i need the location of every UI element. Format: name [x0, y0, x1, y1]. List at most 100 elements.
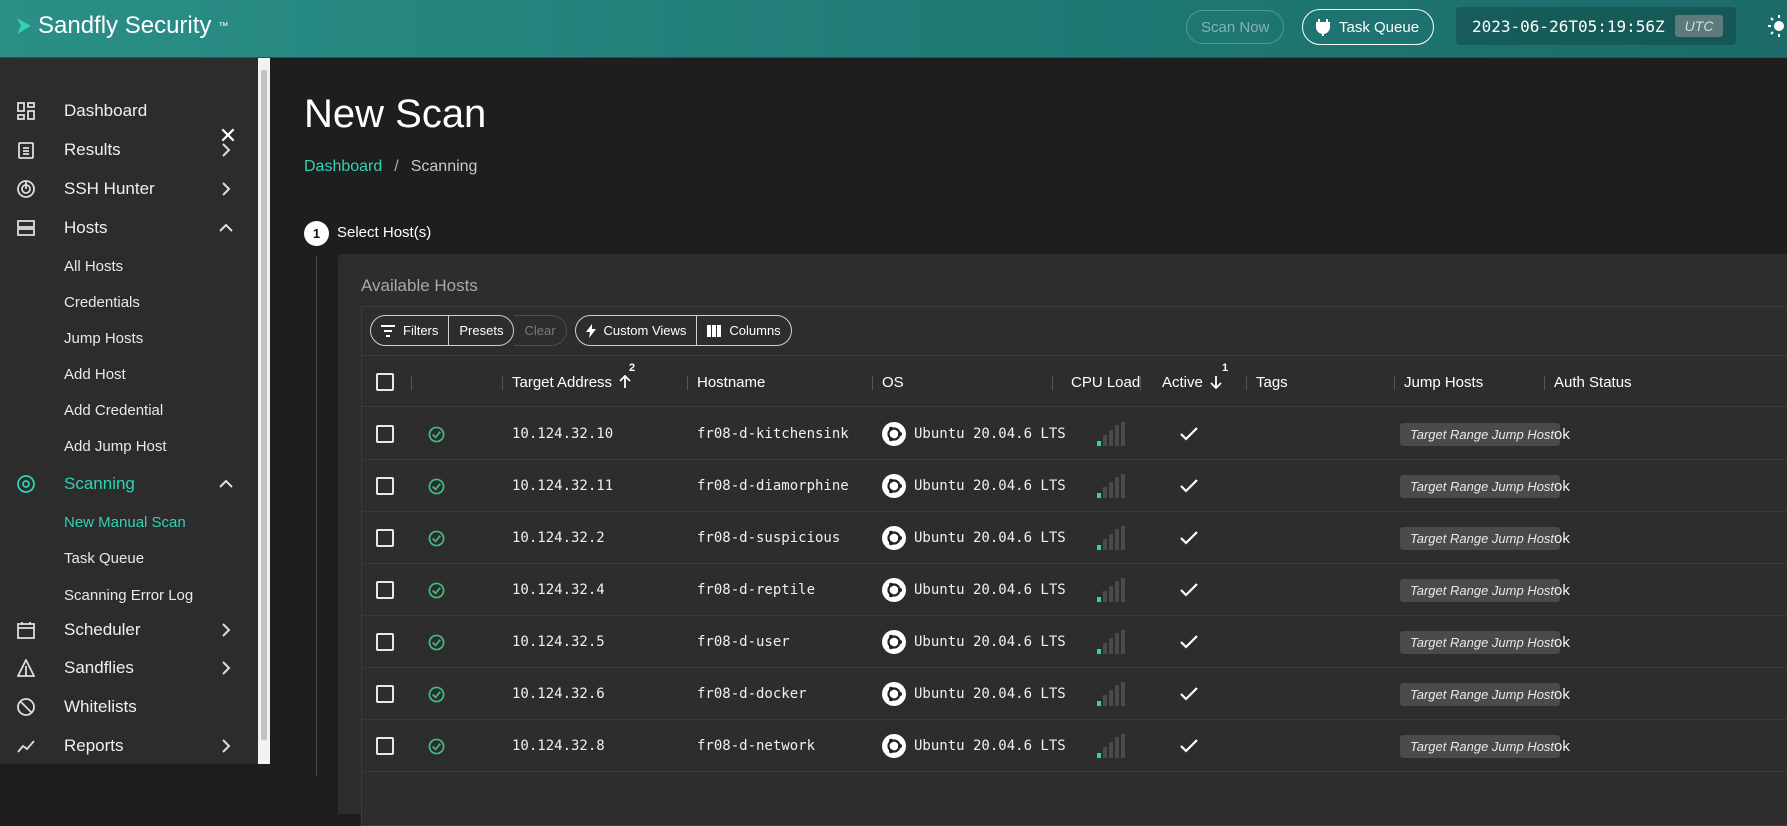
auth-status-cell: ok [1554, 685, 1570, 703]
filters-button[interactable]: Filters [371, 316, 450, 345]
row-checkbox[interactable] [376, 512, 394, 564]
cpu-load-bar [1109, 586, 1113, 602]
ubuntu-icon [882, 682, 906, 706]
brand-logo[interactable]: Sandfly Security ™ [16, 12, 228, 40]
row-checkbox[interactable] [376, 668, 394, 720]
table-row[interactable]: 10.124.32.11 fr08-d-diamorphine Ubuntu 2… [362, 460, 1787, 512]
status-ok-icon [428, 582, 445, 598]
cpu-load-bar [1103, 539, 1107, 550]
os-cell: Ubuntu 20.04.6 LTS [882, 720, 1066, 772]
table-row[interactable]: 10.124.32.8 fr08-d-network Ubuntu 20.04.… [362, 720, 1787, 772]
custom-views-button[interactable]: Custom Views [576, 316, 698, 345]
column-header-label: OS [882, 373, 904, 391]
sidebar-item-whitelists[interactable]: Whitelists [0, 688, 258, 726]
sidebar-item-label: Sandflies [64, 658, 134, 677]
presets-button[interactable]: Presets [449, 316, 513, 345]
cpu-load-bar [1097, 597, 1101, 602]
jump-host-tag: Target Range Jump Host [1400, 630, 1560, 654]
sidebar-sub-add-jump-host[interactable]: Add Jump Host [64, 438, 167, 455]
column-divider [1140, 376, 1141, 390]
scan-now-label: Scan Now [1201, 18, 1270, 36]
sidebar-item-label: Hosts [64, 218, 108, 237]
sidebar-sub-credentials[interactable]: Credentials [64, 294, 140, 311]
table-row[interactable]: 10.124.32.5 fr08-d-user Ubuntu 20.04.6 L… [362, 616, 1787, 668]
column-header-hostname[interactable]: Hostname [697, 356, 765, 408]
table-row[interactable]: 10.124.32.2 fr08-d-suspicious Ubuntu 20.… [362, 512, 1787, 564]
select-all-checkbox[interactable] [376, 356, 394, 408]
step-label: Select Host(s) [337, 224, 432, 241]
timezone-badge[interactable]: UTC [1674, 15, 1724, 37]
column-header-active[interactable]: Active [1162, 356, 1223, 408]
column-header-label: Auth Status [1554, 373, 1632, 391]
sidebar-item-sandflies[interactable]: Sandflies [0, 649, 258, 687]
hosts-table: Filters Presets Clear Custom Views Colum… [361, 306, 1787, 826]
cpu-load-bar [1097, 545, 1101, 550]
sidebar-sub-add-host[interactable]: Add Host [64, 366, 126, 383]
theme-toggle-sun-icon[interactable] [1765, 14, 1787, 38]
filter-icon [381, 324, 395, 337]
sidebar-item-hosts[interactable]: Hosts [0, 209, 258, 247]
row-checkbox[interactable] [376, 408, 394, 460]
active-cell [1180, 720, 1198, 772]
sidebar-sub-add-credential[interactable]: Add Credential [64, 402, 163, 419]
sidebar-sub-all-hosts[interactable]: All Hosts [64, 258, 123, 275]
card-title: Available Hosts [361, 276, 478, 295]
active-cell [1180, 564, 1198, 616]
columns-button[interactable]: Columns [697, 316, 790, 345]
table-header: Target Address 2 Hostname OS CPU Load Ac… [362, 355, 1787, 407]
column-header-tags[interactable]: Tags [1256, 356, 1288, 408]
hostname-cell: fr08-d-user [697, 634, 790, 650]
column-header-os[interactable]: OS [882, 356, 904, 408]
sidebar-item-reports[interactable]: Reports [0, 727, 258, 765]
column-divider [687, 376, 688, 390]
breadcrumb-dashboard-link[interactable]: Dashboard [304, 158, 382, 176]
checkbox-box [376, 581, 394, 599]
cpu-load-bars [1097, 474, 1125, 498]
sidebar-item-scanning[interactable]: Scanning [0, 465, 258, 503]
column-header-cpu-load[interactable]: CPU Load [1071, 356, 1140, 408]
clear-button[interactable]: Clear [514, 315, 567, 346]
sidebar-item-ssh-hunter[interactable]: SSH Hunter [0, 170, 258, 208]
active-cell [1180, 616, 1198, 668]
column-divider [872, 376, 873, 390]
sidebar-sub-task-queue[interactable]: Task Queue [64, 550, 144, 567]
sidebar-scrollbar-thumb[interactable] [261, 70, 267, 740]
row-checkbox[interactable] [376, 616, 394, 668]
column-header-target-address[interactable]: Target Address [512, 356, 632, 408]
sidebar-sub-jump-hosts[interactable]: Jump Hosts [64, 330, 143, 347]
custom-views-label: Custom Views [603, 323, 687, 338]
clock-display: 2023-06-26T05:19:56Z UTC [1456, 7, 1736, 45]
active-cell [1180, 408, 1198, 460]
row-checkbox[interactable] [376, 460, 394, 512]
sidebar-item-dashboard[interactable]: Dashboard [0, 92, 258, 130]
table-row[interactable]: 10.124.32.6 fr08-d-docker Ubuntu 20.04.6… [362, 668, 1787, 720]
status-ok-icon [428, 634, 445, 650]
jump-host-tag: Target Range Jump Host [1400, 422, 1560, 446]
sidebar-sub-new-manual-scan[interactable]: New Manual Scan [64, 514, 186, 531]
sidebar-sub-scanning-error-log[interactable]: Scanning Error Log [64, 587, 193, 604]
cpu-load-bar [1121, 422, 1125, 446]
sidebar-item-scheduler[interactable]: Scheduler [0, 611, 258, 649]
hostname-cell: fr08-d-kitchensink [697, 426, 849, 442]
column-header-jump-hosts[interactable]: Jump Hosts [1404, 356, 1483, 408]
row-checkbox[interactable] [376, 564, 394, 616]
jump-hosts-cell: Target Range Jump Host [1400, 408, 1560, 460]
cpu-load-bar [1103, 747, 1107, 758]
target-address-cell: 10.124.32.2 [512, 530, 605, 546]
columns-label: Columns [729, 323, 781, 338]
column-header-label: Target Address [512, 373, 613, 391]
row-checkbox[interactable] [376, 720, 394, 772]
table-row[interactable]: 10.124.32.4 fr08-d-reptile Ubuntu 20.04.… [362, 564, 1787, 616]
sidebar-item-results[interactable]: Results [0, 131, 258, 169]
status-cell [428, 408, 445, 460]
active-cell [1180, 668, 1198, 720]
task-queue-button[interactable]: Task Queue [1302, 9, 1435, 45]
sidebar-item-label: Scheduler [64, 620, 141, 639]
table-row[interactable]: 10.124.32.10 fr08-d-kitchensink Ubuntu 2… [362, 408, 1787, 460]
scan-now-button[interactable]: Scan Now [1186, 10, 1285, 44]
target-address-cell: 10.124.32.5 [512, 634, 605, 650]
cpu-load-bar [1115, 633, 1119, 654]
sidebar-item-label: Dashboard [64, 101, 148, 120]
jump-host-tag: Target Range Jump Host [1400, 474, 1560, 498]
column-header-auth-status[interactable]: Auth Status [1554, 356, 1632, 408]
